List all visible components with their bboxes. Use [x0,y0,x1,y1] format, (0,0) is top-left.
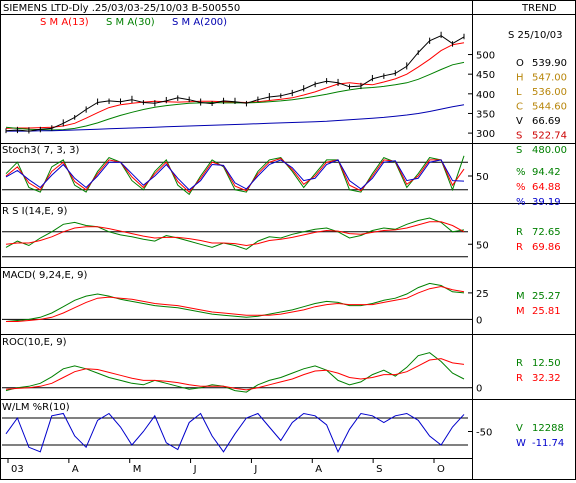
quote-value: 536.00 [532,87,567,98]
chart-title: SIEMENS LTD-Dly .25/03/03-25/10/03 B-500… [3,3,240,14]
y-tick-label: -50 [476,428,492,439]
series-line-signal [5,221,465,247]
quote-block: O 539.90 H 547.00 L 536.00 C 544.60 V 66.69 S 522.7… [516,58,567,156]
series-line-rsi [5,217,465,250]
readout-key: R [516,373,523,384]
trend-label: TREND [521,3,557,14]
series-line--r [5,412,465,453]
readout-value: 12.50 [532,358,561,369]
y-tick-label: 300 [476,129,495,140]
x-tick-label: J [193,464,197,475]
readout-value: 32.32 [532,373,561,384]
y-tick-label: 0 [476,384,482,395]
y-tick-label: 450 [476,70,495,81]
y-tick-label: 0 [476,315,482,326]
series-line-signal [5,358,465,391]
panel-title: W/LM %R(10) [2,402,70,413]
x-tick-label: M [133,464,142,475]
readout-key: M [516,306,525,317]
quote-value: 522.74 [532,131,567,142]
y-tick-label: 350 [476,109,495,120]
quote-key: L [516,87,522,98]
series-line--d [5,157,465,193]
readout-value: 25.81 [532,306,561,317]
quote-key: V [516,116,523,127]
sma30-legend: S M A(30) [106,17,155,28]
quote-key: C [516,102,523,113]
readout-value: 25.27 [532,291,561,302]
readout-key: M [516,291,525,302]
readout-key: % [516,182,526,193]
readout-key: R [516,242,523,253]
readout-key: R [516,227,523,238]
readout-key: W [516,438,526,449]
readout-value: 72.65 [532,227,561,238]
readout-key: % [516,197,526,208]
series-line-roc [5,352,465,393]
y-tick-label: 25 [476,289,489,300]
readout-value: 39.19 [532,197,561,208]
readout-value: 12288 [532,423,564,434]
x-tick-label: 03 [11,464,24,475]
panel-title: Stoch3( 7, 3, 3) [2,145,79,156]
panel-title: ROC(10,E, 9) [2,337,67,348]
quote-key: H [516,73,524,84]
x-tick-label: A [72,464,79,475]
readout-value: 69.86 [532,242,561,253]
quote-key: S [516,131,522,142]
y-tick-label: 50 [476,240,489,251]
technical-chart: 500 450 400 350 300 Stoch3( 7, 3, 3) 50% 94.42%… [0,0,576,480]
sma200-legend: S M A(200) [172,17,227,28]
readout-value: -11.74 [532,438,564,449]
y-tick-label: 50 [476,172,489,183]
quote-value: 480.00 [532,145,567,156]
panel-title: MACD( 9,24,E, 9) [2,270,88,281]
series-line-macd [5,282,465,322]
x-tick-label: J [253,464,257,475]
readout-key: V [516,423,523,434]
sma13-legend: S M A(13) [40,17,89,28]
x-tick-label: A [315,464,322,475]
x-tick-label: O [437,464,445,475]
readout-value: 94.42 [532,167,561,178]
quote-key: O [516,58,524,69]
y-tick-label: 500 [476,51,495,62]
quote-value: 547.00 [532,73,567,84]
quote-key: S [516,145,522,156]
readout-key: R [516,358,523,369]
readout-value: 64.88 [532,182,561,193]
readout-key: % [516,167,526,178]
chart-canvas: 500450400350300Stoch3( 7, 3, 3)50% 94.42%… [0,0,576,480]
quote-value: 539.90 [532,58,567,69]
panel-title: R S I(14,E, 9) [2,206,67,217]
date-label: S 25/10/03 [508,30,562,41]
y-tick-label: 400 [476,90,495,101]
quote-value: 66.69 [532,116,561,127]
quote-value: 544.60 [532,102,567,113]
x-tick-label: S [376,464,382,475]
